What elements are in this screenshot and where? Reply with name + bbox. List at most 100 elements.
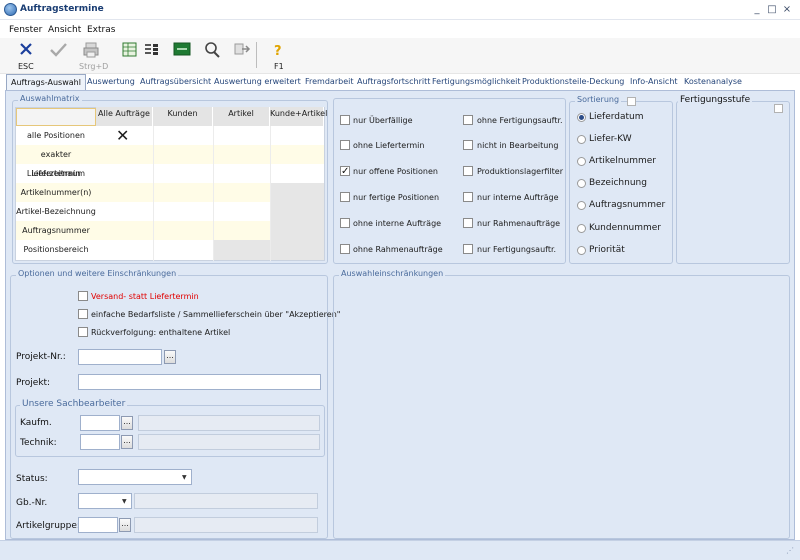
checkbox-nur-ueberfaellige[interactable] (340, 115, 350, 125)
csv-export-button[interactable] (172, 41, 194, 61)
matrix-disabled-cells (213, 240, 270, 260)
checkbox-ohne-interne-auftraege[interactable] (340, 218, 350, 228)
minimize-button[interactable]: _ (750, 3, 764, 16)
list-icon (145, 44, 158, 55)
matrix-col-alle-auftraege: Alle Aufträge (96, 107, 153, 126)
kaufm-input[interactable] (80, 415, 120, 431)
tab-info-ansicht[interactable]: Info-Ansicht (630, 77, 678, 86)
artikelgruppe-input[interactable] (78, 517, 118, 533)
checkbox-label: Rückverfolgung: enthaltene Artikel (91, 328, 231, 337)
checkbox-label: Versand- statt Liefertermin (91, 292, 199, 301)
search-button[interactable] (202, 41, 224, 61)
gbnr-label: Gb.-Nr. (16, 498, 48, 508)
technik-input[interactable] (80, 434, 120, 450)
checkbox-produktionslagerfilter[interactable] (463, 166, 473, 176)
close-button[interactable]: × (780, 3, 794, 16)
status-bar (0, 540, 800, 560)
checkbox-versand-statt-liefertermin[interactable] (78, 291, 88, 301)
checkbox-nur-offene-positionen[interactable]: ✓ (340, 166, 350, 177)
status-label: Status: (16, 474, 48, 484)
checkbox-nur-fertige-positionen[interactable] (340, 192, 350, 202)
fertigungsstufe-group (676, 101, 790, 264)
print-button[interactable] (82, 41, 104, 61)
matrix-row-alle-positionen[interactable]: alle Positionen (16, 126, 96, 145)
matrix-row-artikelnummer[interactable]: Artikelnummer(n) (16, 183, 96, 202)
search-icon (205, 42, 220, 58)
radio-prioritaet[interactable] (577, 246, 586, 255)
chevron-down-icon: ▼ (122, 498, 127, 505)
list-view-button[interactable] (142, 41, 164, 61)
checkbox-nur-rahmenauftraege[interactable] (463, 218, 473, 228)
checkbox-label: nicht in Bearbeitung (477, 141, 559, 150)
tab-auftragsuebersicht[interactable]: Auftragsübersicht (140, 77, 211, 86)
matrix-row-exakter-liefertermin[interactable]: exakter Liefertermin (16, 145, 96, 178)
menu-fenster[interactable]: Fenster (9, 25, 42, 35)
matrix-col-artikel: Artikel (213, 107, 270, 126)
projekt-input[interactable] (78, 374, 321, 390)
technik-name-field (138, 434, 320, 450)
tab-auftragsfortschritt[interactable]: Auftragsfortschritt (357, 77, 430, 86)
sort-enable-checkbox[interactable] (627, 97, 636, 106)
help-icon: ? (274, 44, 282, 59)
checkbox-rueckverfolgung[interactable] (78, 327, 88, 337)
app-icon (4, 3, 17, 16)
tab-fertigungsmoeglichkeit[interactable]: Fertigungsmöglichkeit (432, 77, 521, 86)
checkbox-einfache-bedarfsliste[interactable] (78, 309, 88, 319)
matrix-row-artikel-bezeichnung[interactable]: Artikel-Bezeichnung (16, 202, 96, 221)
status-dropdown[interactable]: ▼ (78, 469, 192, 485)
matrix-grid-line (270, 126, 271, 261)
checkmark-icon: ✓ (341, 166, 350, 177)
sort-title: Sortierung (575, 95, 622, 104)
checkbox-label: ohne Fertigungsauftr. (477, 116, 563, 125)
radio-liefer-kw[interactable] (577, 135, 586, 144)
shortcut-label: Strg+D (79, 62, 109, 71)
tab-auswertung[interactable]: Auswertung (87, 77, 135, 86)
radio-lieferdatum[interactable] (577, 113, 586, 122)
technik-label: Technik: (20, 438, 57, 448)
radio-label: Auftragsnummer (589, 200, 666, 210)
radio-bezeichnung[interactable] (577, 179, 586, 188)
tab-kostenanalyse[interactable]: Kostenanalyse (684, 77, 742, 86)
projekt-nr-input[interactable] (78, 349, 162, 365)
confirm-button[interactable] (48, 41, 70, 61)
radio-kundennummer[interactable] (577, 224, 586, 233)
checkbox-nur-interne-auftraege[interactable] (463, 192, 473, 202)
checkbox-ohne-fertigungsauftr[interactable] (463, 115, 473, 125)
checkbox-ohne-rahmenauftraege[interactable] (340, 244, 350, 254)
gbnr-dropdown[interactable]: ▼ (78, 493, 132, 509)
options-title: Optionen und weitere Einschränkungen (16, 269, 179, 278)
excel-export-button[interactable] (120, 41, 142, 61)
matrix-selected-mark[interactable]: ✕ (116, 128, 129, 144)
checkbox-label: ohne Rahmenaufträge (353, 245, 443, 254)
menu-extras[interactable]: Extras (87, 25, 115, 35)
radio-auftragsnummer[interactable] (577, 201, 586, 210)
matrix-row-lieferzeitraum[interactable]: Lieferzeitraum (16, 164, 96, 183)
menu-ansicht[interactable]: Ansicht (48, 25, 81, 35)
projekt-nr-lookup-button[interactable]: ... (164, 350, 176, 364)
forward-button[interactable] (232, 41, 254, 61)
kaufm-lookup-button[interactable]: ... (121, 416, 133, 430)
matrix-row-positionsbereich[interactable]: Positionsbereich (16, 240, 96, 259)
help-button[interactable]: ? (268, 41, 290, 61)
maximize-button[interactable]: □ (765, 3, 779, 16)
checkbox-label: nur offene Positionen (353, 167, 438, 176)
restrictions-title: Auswahleinschränkungen (339, 269, 446, 278)
checkbox-nicht-in-bearbeitung[interactable] (463, 140, 473, 150)
technik-lookup-button[interactable]: ... (121, 435, 133, 449)
checkbox-ohne-liefertermin[interactable] (340, 140, 350, 150)
checkbox-nur-fertigungsauftr[interactable] (463, 244, 473, 254)
tab-produktionsteile-deckung[interactable]: Produktionsteile-Deckung (522, 77, 624, 86)
resize-grip-icon[interactable]: ⋰ (786, 546, 796, 556)
esc-button[interactable] (15, 41, 37, 61)
close-icon (20, 43, 32, 55)
radio-artikelnummer[interactable] (577, 157, 586, 166)
tab-auftrags-auswahl[interactable]: Auftrags-Auswahl (6, 74, 86, 91)
fertigungsstufe-checkbox[interactable] (774, 104, 783, 113)
checkbox-label: ohne Liefertermin (353, 141, 425, 150)
tab-auswertung-erweitert[interactable]: Auswertung erweitert (214, 77, 301, 86)
matrix-row-auftragsnummer[interactable]: Auftragsnummer (16, 221, 96, 240)
matrix-grid-line (153, 126, 154, 261)
gbnr-name-field (134, 493, 318, 509)
artikelgruppe-lookup-button[interactable]: ... (119, 518, 131, 532)
tab-fremdarbeit[interactable]: Fremdarbeit (305, 77, 353, 86)
